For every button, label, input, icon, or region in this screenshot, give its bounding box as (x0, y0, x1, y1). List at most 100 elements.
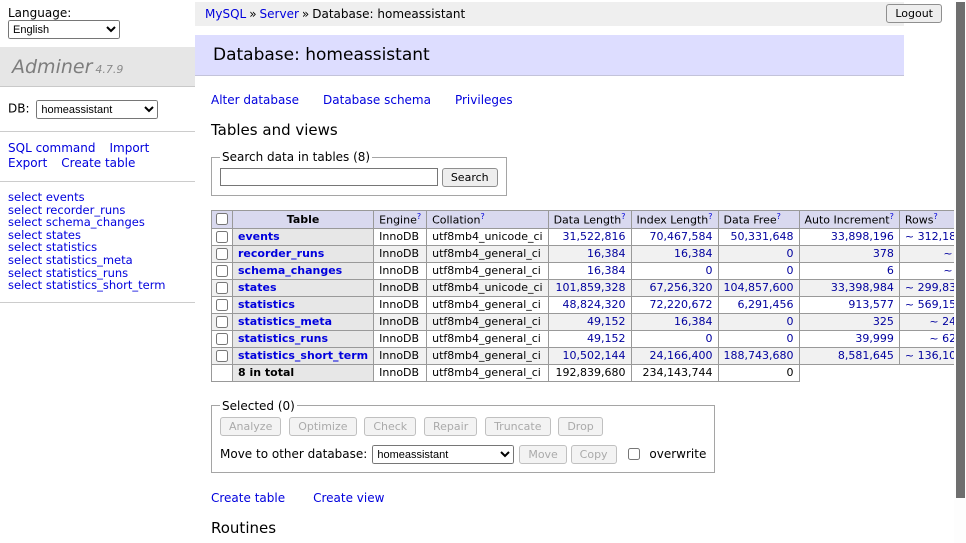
create-table-link-sidebar[interactable]: Create table (61, 156, 135, 170)
language-select[interactable]: English (8, 20, 120, 39)
list-item: select statistics_short_term (8, 279, 187, 292)
menu-actions: SQL command Import Export Create table (0, 132, 195, 182)
cell-auto-increment: 913,577 (799, 296, 899, 313)
privileges-link[interactable]: Privileges (455, 93, 513, 107)
move-button[interactable]: Move (519, 445, 567, 464)
table-name-link[interactable]: states (238, 281, 277, 294)
alter-database-link[interactable]: Alter database (211, 93, 299, 107)
search-button[interactable]: Search (442, 168, 498, 187)
routines-heading: Routines (211, 519, 966, 537)
column-hint-link[interactable]: ? (708, 212, 712, 221)
optimize-button[interactable]: Optimize (289, 417, 356, 436)
column-hint-link[interactable]: ? (777, 212, 781, 221)
import-link[interactable]: Import (109, 141, 149, 155)
total-cell-data-free: 0 (718, 364, 799, 381)
cell-collation: utf8mb4_general_ci (427, 347, 548, 364)
copy-button[interactable]: Copy (571, 445, 617, 464)
check-button[interactable]: Check (364, 417, 416, 436)
truncate-button[interactable]: Truncate (485, 417, 550, 436)
table-name-link[interactable]: statistics_runs (238, 332, 328, 345)
row-checkbox[interactable] (216, 282, 228, 294)
table-name-link[interactable]: statistics_short_term (238, 349, 368, 362)
column-hint-link[interactable]: ? (417, 212, 421, 221)
row-checkbox[interactable] (216, 231, 228, 243)
cell-auto-increment: 325 (799, 313, 899, 330)
cell-collation: utf8mb4_general_ci (427, 330, 548, 347)
column-label: Engine (379, 214, 417, 227)
cell-auto-increment: 378 (799, 245, 899, 262)
total-cell-data-length: 192,839,680 (548, 364, 631, 381)
row-checkbox[interactable] (216, 299, 228, 311)
cell-collation: utf8mb4_general_ci (427, 313, 548, 330)
tables-body: eventsInnoDButf8mb4_unicode_ci31,522,816… (212, 228, 966, 381)
logout-button[interactable]: Logout (886, 4, 942, 23)
tables-head-row: TableEngine?Collation?Data Length?Index … (212, 211, 966, 229)
tables-and-views-heading: Tables and views (211, 121, 966, 139)
breadcrumb-mysql-link[interactable]: MySQL (205, 7, 246, 21)
db-label: DB: (8, 102, 30, 116)
vertical-scrollbar-thumb[interactable] (956, 2, 965, 498)
selected-legend: Selected (0) (220, 399, 297, 413)
cell-data-free: 50,331,648 (718, 228, 799, 245)
overwrite-label[interactable]: overwrite (649, 447, 706, 461)
column-hint-link[interactable]: ? (480, 212, 484, 221)
search-input[interactable] (220, 168, 438, 186)
cell-data-length: 48,824,320 (548, 296, 631, 313)
sidebar-select-link-statistics-short-term[interactable]: select statistics_short_term (8, 278, 165, 292)
cell-data-free: 188,743,680 (718, 347, 799, 364)
total-row: 8 in totalInnoDButf8mb4_general_ci192,83… (212, 364, 966, 381)
drop-button[interactable]: Drop (558, 417, 602, 436)
create-table-link[interactable]: Create table (211, 491, 285, 505)
tables-table: TableEngine?Collation?Data Length?Index … (211, 210, 966, 382)
table-name-cell: schema_changes (233, 262, 374, 279)
export-link[interactable]: Export (8, 156, 47, 170)
breadcrumb-server-link[interactable]: Server (260, 7, 299, 21)
column-hint-link[interactable]: ? (621, 212, 625, 221)
total-cell-engine: InnoDB (374, 364, 427, 381)
table-name-link[interactable]: recorder_runs (238, 247, 324, 260)
row-checkbox[interactable] (216, 265, 228, 277)
cell-auto-increment: 6 (799, 262, 899, 279)
table-name-link[interactable]: events (238, 230, 280, 243)
cell-index-length: 0 (631, 330, 718, 347)
row-checkbox[interactable] (216, 350, 228, 362)
column-label: Index Length (637, 214, 709, 227)
select-all-checkbox[interactable] (216, 213, 228, 225)
app-title: Adminer4.7.9 (0, 47, 195, 87)
table-row: statistics_metaInnoDButf8mb4_general_ci4… (212, 313, 966, 330)
db-select[interactable]: homeassistant (36, 100, 158, 119)
table-name-cell: recorder_runs (233, 245, 374, 262)
column-hint-link[interactable]: ? (933, 212, 937, 221)
cell-data-length: 101,859,328 (548, 279, 631, 296)
row-checkbox[interactable] (216, 333, 228, 345)
vertical-scrollbar-track[interactable] (954, 0, 966, 543)
row-checkbox[interactable] (216, 316, 228, 328)
cell-data-length: 10,502,144 (548, 347, 631, 364)
analyze-button[interactable]: Analyze (220, 417, 281, 436)
app-version: 4.7.9 (95, 63, 123, 76)
create-view-link[interactable]: Create view (313, 491, 384, 505)
database-schema-link[interactable]: Database schema (323, 93, 431, 107)
move-database-select[interactable]: homeassistant (372, 445, 514, 464)
row-select-cell (212, 228, 233, 245)
cell-data-free: 0 (718, 262, 799, 279)
overwrite-checkbox[interactable] (628, 448, 640, 460)
column-header-data-free: Data Free? (718, 211, 799, 229)
row-select-cell (212, 245, 233, 262)
column-label: Auto Increment (805, 214, 890, 227)
repair-button[interactable]: Repair (424, 417, 477, 436)
table-name-link[interactable]: statistics_meta (238, 315, 332, 328)
table-row: recorder_runsInnoDButf8mb4_general_ci16,… (212, 245, 966, 262)
row-checkbox[interactable] (216, 248, 228, 260)
main-content: MySQL»Server»Database: homeassistant Log… (195, 0, 966, 543)
selected-buttons-row: Analyze Optimize Check Repair Truncate D… (220, 417, 706, 436)
sql-command-link[interactable]: SQL command (8, 141, 95, 155)
table-name-link[interactable]: schema_changes (238, 264, 342, 277)
cell-engine: InnoDB (374, 296, 427, 313)
cell-data-length: 49,152 (548, 313, 631, 330)
table-name-link[interactable]: statistics (238, 298, 295, 311)
cell-index-length: 70,467,584 (631, 228, 718, 245)
total-empty-cell (212, 364, 233, 381)
cell-data-free: 6,291,456 (718, 296, 799, 313)
column-hint-link[interactable]: ? (890, 212, 894, 221)
